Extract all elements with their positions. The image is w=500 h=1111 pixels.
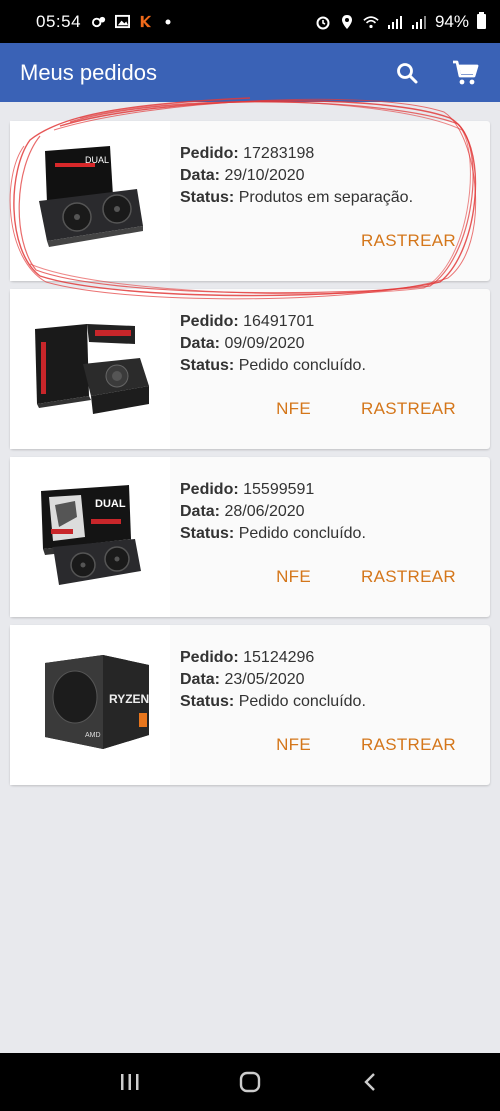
wifi-icon bbox=[363, 14, 379, 30]
order-card[interactable]: Pedido: 16491701 Data: 09/09/2020 Status… bbox=[10, 289, 490, 449]
cart-icon bbox=[453, 60, 479, 84]
back-button[interactable] bbox=[350, 1062, 390, 1102]
order-number: Pedido: 16491701 bbox=[180, 313, 315, 330]
recents-icon bbox=[121, 1074, 139, 1090]
search-button[interactable] bbox=[392, 58, 422, 88]
nfe-button[interactable]: NFE bbox=[276, 567, 311, 587]
search-icon bbox=[397, 62, 418, 83]
product-image: DUAL bbox=[10, 121, 170, 281]
app-bar: Meus pedidos bbox=[0, 43, 500, 102]
notification-icon bbox=[91, 14, 107, 30]
status-bar: 05:54 94% bbox=[0, 0, 500, 43]
svg-text:RYZEN: RYZEN bbox=[109, 692, 149, 706]
order-card[interactable]: RYZEN AMD Pedido: 15124296 Data: 23/05/2… bbox=[10, 625, 490, 785]
product-image: DUAL bbox=[10, 457, 170, 617]
order-status: Status: Pedido concluído. bbox=[180, 693, 366, 710]
graphics-card-image: DUAL bbox=[41, 485, 141, 585]
order-status: Status: Produtos em separação. bbox=[180, 189, 414, 206]
svg-text:DUAL: DUAL bbox=[95, 498, 126, 510]
power-supply-image bbox=[35, 324, 149, 414]
order-number: Pedido: 17283198 bbox=[180, 145, 315, 162]
back-icon bbox=[364, 1073, 375, 1091]
nfe-button[interactable]: NFE bbox=[276, 399, 311, 419]
order-card[interactable]: DUAL Pedido: 15599591 Data: 28/06/2020 S… bbox=[10, 457, 490, 617]
rastrear-button[interactable]: RASTREAR bbox=[361, 567, 456, 587]
svg-text:AMD: AMD bbox=[85, 732, 101, 739]
page-title: Meus pedidos bbox=[20, 59, 157, 85]
home-button[interactable] bbox=[230, 1062, 270, 1102]
order-card[interactable]: DUAL Pedido: 17283198 Data: 29/10/2020 S… bbox=[10, 121, 490, 281]
order-date: Data: 29/10/2020 bbox=[180, 167, 305, 184]
graphics-card-image: DUAL bbox=[39, 146, 143, 247]
location-icon bbox=[339, 14, 355, 30]
signal-icon-2 bbox=[411, 14, 427, 30]
orders-list: DUAL Pedido: 17283198 Data: 29/10/2020 S… bbox=[10, 121, 490, 793]
home-icon bbox=[239, 1071, 261, 1093]
alarm-icon bbox=[315, 14, 331, 30]
cart-button[interactable] bbox=[450, 58, 480, 88]
order-date: Data: 09/09/2020 bbox=[180, 335, 305, 352]
order-number: Pedido: 15599591 bbox=[180, 481, 315, 498]
status-time: 05:54 bbox=[36, 11, 82, 31]
system-nav-bar bbox=[0, 1053, 500, 1111]
rastrear-button[interactable]: RASTREAR bbox=[361, 231, 456, 251]
image-icon bbox=[114, 14, 130, 30]
rastrear-button[interactable]: RASTREAR bbox=[361, 399, 456, 419]
cpu-box-image: RYZEN AMD bbox=[45, 655, 149, 749]
signal-icon bbox=[387, 14, 403, 30]
order-status: Status: Pedido concluído. bbox=[180, 357, 366, 374]
order-number: Pedido: 15124296 bbox=[180, 649, 315, 666]
dot-icon bbox=[160, 14, 176, 30]
app-k-icon bbox=[137, 14, 153, 30]
recents-button[interactable] bbox=[110, 1062, 150, 1102]
order-status: Status: Pedido concluído. bbox=[180, 525, 366, 542]
product-image bbox=[10, 289, 170, 449]
product-image: RYZEN AMD bbox=[10, 625, 170, 785]
order-date: Data: 23/05/2020 bbox=[180, 671, 305, 688]
battery-icon bbox=[477, 12, 486, 29]
rastrear-button[interactable]: RASTREAR bbox=[361, 735, 456, 755]
battery-percent: 94% bbox=[434, 11, 469, 31]
order-date: Data: 28/06/2020 bbox=[180, 503, 305, 520]
svg-text:DUAL: DUAL bbox=[85, 155, 109, 165]
nfe-button[interactable]: NFE bbox=[276, 735, 311, 755]
